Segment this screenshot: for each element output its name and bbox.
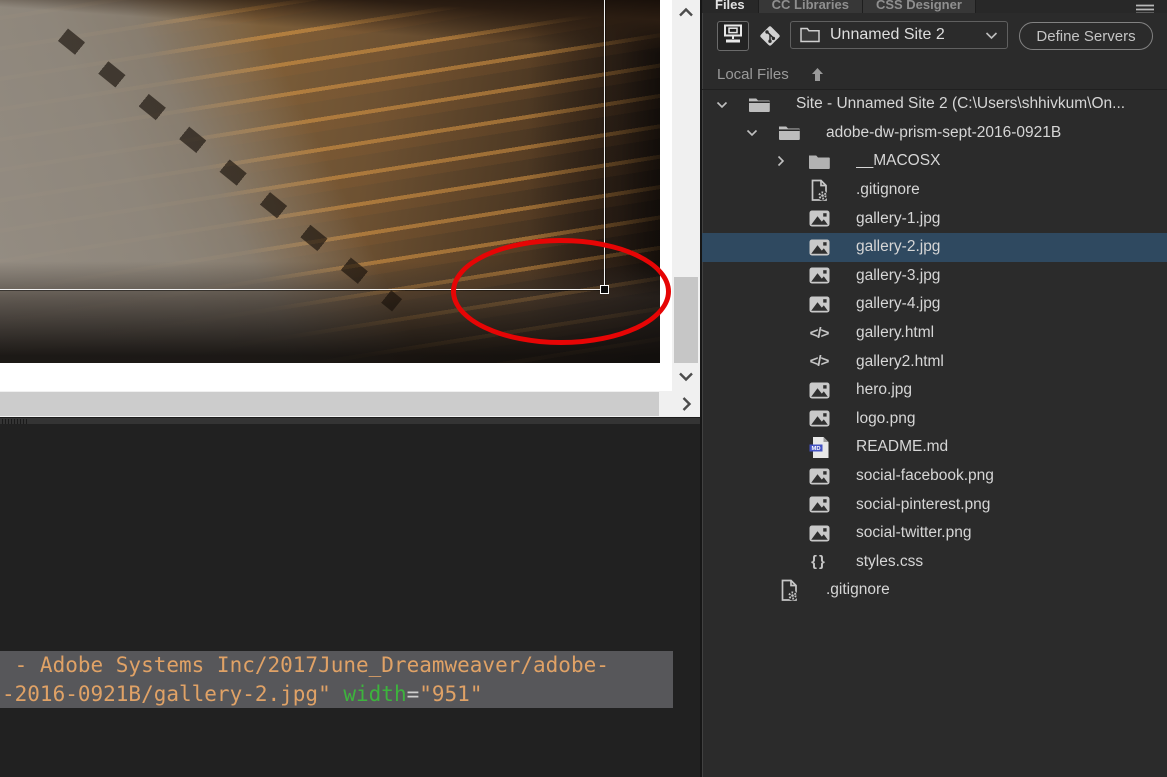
file-social-twitter-png[interactable]: social-twitter.png <box>702 519 1167 548</box>
horizontal-scrollbar-thumb[interactable] <box>0 392 659 416</box>
tree-item-label: README.md <box>856 438 948 456</box>
image-file-icon <box>806 378 832 402</box>
panel-menu-icon[interactable] <box>1136 2 1154 13</box>
chevron-down-icon <box>985 31 998 40</box>
code-file-icon: </> <box>806 321 832 345</box>
view-splitter[interactable] <box>0 417 700 424</box>
design-view[interactable] <box>0 0 700 417</box>
tree-item-label: social-pinterest.png <box>856 496 990 514</box>
tree-item-label: gallery-3.jpg <box>856 267 940 285</box>
image-file-icon <box>806 292 832 316</box>
folder-site-unnamed-site-2-c-users-shhivkum-on[interactable]: Site - Unnamed Site 2 (C:\Users\shhivkum… <box>702 90 1167 119</box>
code-line: - Adobe Systems Inc/2017June_Dreamweaver… <box>2 651 673 680</box>
dreamweaver-window: - Adobe Systems Inc/2017June_Dreamweaver… <box>0 0 1167 777</box>
chevron-down-icon[interactable] <box>716 100 746 109</box>
file-hero-jpg[interactable]: hero.jpg <box>702 376 1167 405</box>
local-files-label: Local Files <box>717 66 789 83</box>
tab-files[interactable]: Files <box>702 0 759 13</box>
gitignore-file-icon <box>776 578 802 602</box>
local-files-header: Local Files <box>702 62 1167 87</box>
scroll-up-icon[interactable] <box>678 5 694 23</box>
file-social-pinterest-png[interactable]: social-pinterest.png <box>702 490 1167 519</box>
vertical-scrollbar[interactable] <box>672 0 700 391</box>
red-ellipse-annotation <box>451 238 671 345</box>
tree-item-label: __MACOSX <box>856 152 940 170</box>
tree-item-label: gallery-2.jpg <box>856 238 940 256</box>
tree-item-label: social-twitter.png <box>856 524 971 542</box>
file-gitignore[interactable]: .gitignore <box>702 176 1167 205</box>
tree-item-label: social-facebook.png <box>856 467 994 485</box>
code-file-icon: </> <box>806 350 832 374</box>
image-file-icon <box>806 521 832 545</box>
image-file-icon <box>806 235 832 259</box>
code-view[interactable]: - Adobe Systems Inc/2017June_Dreamweaver… <box>0 424 700 777</box>
define-servers-button[interactable]: Define Servers <box>1019 22 1153 50</box>
folder-icon <box>746 92 772 116</box>
tab-cc-libraries[interactable]: CC Libraries <box>759 0 863 13</box>
folder-icon <box>806 149 832 173</box>
vertical-scrollbar-thumb[interactable] <box>674 277 698 363</box>
site-dropdown[interactable]: Unnamed Site 2 <box>790 21 1008 49</box>
folder-icon <box>776 121 802 145</box>
site-dropdown-value: Unnamed Site 2 <box>830 26 985 44</box>
files-toolbar: Unnamed Site 2 Define Servers <box>702 14 1167 60</box>
gitignore-file-icon <box>806 178 832 202</box>
file-gallery-2-jpg[interactable]: gallery-2.jpg <box>702 233 1167 262</box>
tree-item-label: Site - Unnamed Site 2 (C:\Users\shhivkum… <box>796 95 1125 113</box>
chevron-right-icon[interactable] <box>776 155 806 167</box>
folder-adobe-dw-prism-sept-2016-0921b[interactable]: adobe-dw-prism-sept-2016-0921B <box>702 119 1167 148</box>
code-line: -2016-0921B/gallery-2.jpg" width="951" <box>2 680 673 709</box>
tab-css-designer[interactable]: CSS Designer <box>863 0 976 13</box>
files-panel: Files CC Libraries CSS Designer <box>700 0 1167 777</box>
file-gallery-html[interactable]: </> gallery.html <box>702 319 1167 348</box>
scroll-down-icon[interactable] <box>678 369 694 387</box>
svg-text:MD: MD <box>811 446 820 452</box>
image-file-icon <box>806 464 832 488</box>
folder-macosx[interactable]: __MACOSX <box>702 147 1167 176</box>
horizontal-scrollbar[interactable] <box>0 391 700 417</box>
file-logo-png[interactable]: logo.png <box>702 405 1167 434</box>
panel-tab-bar: Files CC Libraries CSS Designer <box>702 0 1167 13</box>
file-tree: Site - Unnamed Site 2 (C:\Users\shhivkum… <box>702 90 1167 605</box>
tree-item-label: gallery.html <box>856 324 934 342</box>
code-selection: - Adobe Systems Inc/2017June_Dreamweaver… <box>0 651 673 708</box>
file-gitignore[interactable]: .gitignore <box>702 576 1167 605</box>
tree-item-label: styles.css <box>856 553 923 571</box>
tree-item-label: .gitignore <box>826 581 890 599</box>
git-icon <box>757 36 783 53</box>
scroll-right-icon[interactable] <box>681 396 692 417</box>
file-styles-css[interactable]: {} styles.css <box>702 548 1167 577</box>
image-file-icon <box>806 264 832 288</box>
file-gallery-3-jpg[interactable]: gallery-3.jpg <box>702 262 1167 291</box>
image-file-icon <box>806 493 832 517</box>
connect-to-server-button[interactable] <box>717 21 749 51</box>
image-file-icon <box>806 407 832 431</box>
file-gallery-4-jpg[interactable]: gallery-4.jpg <box>702 290 1167 319</box>
sort-ascending-icon[interactable] <box>811 67 824 82</box>
tree-item-label: hero.jpg <box>856 381 912 399</box>
remote-server-icon <box>722 24 744 49</box>
tree-item-label: adobe-dw-prism-sept-2016-0921B <box>826 124 1061 142</box>
tree-item-label: gallery-1.jpg <box>856 210 940 228</box>
tree-item-label: .gitignore <box>856 181 920 199</box>
tree-item-label: gallery-4.jpg <box>856 295 940 313</box>
image-file-icon <box>806 207 832 231</box>
photo-shadow-detail <box>58 28 402 311</box>
markdown-file-icon: MD <box>806 435 832 459</box>
file-gallery-1-jpg[interactable]: gallery-1.jpg <box>702 204 1167 233</box>
folder-icon <box>800 27 820 43</box>
tree-item-label: logo.png <box>856 410 915 428</box>
file-gallery2-html[interactable]: </> gallery2.html <box>702 347 1167 376</box>
css-file-icon: {} <box>806 550 832 574</box>
file-social-facebook-png[interactable]: social-facebook.png <box>702 462 1167 491</box>
chevron-down-icon[interactable] <box>746 128 776 137</box>
git-button[interactable] <box>757 23 783 49</box>
tree-item-label: gallery2.html <box>856 353 944 371</box>
file-readme-md[interactable]: MD README.md <box>702 433 1167 462</box>
